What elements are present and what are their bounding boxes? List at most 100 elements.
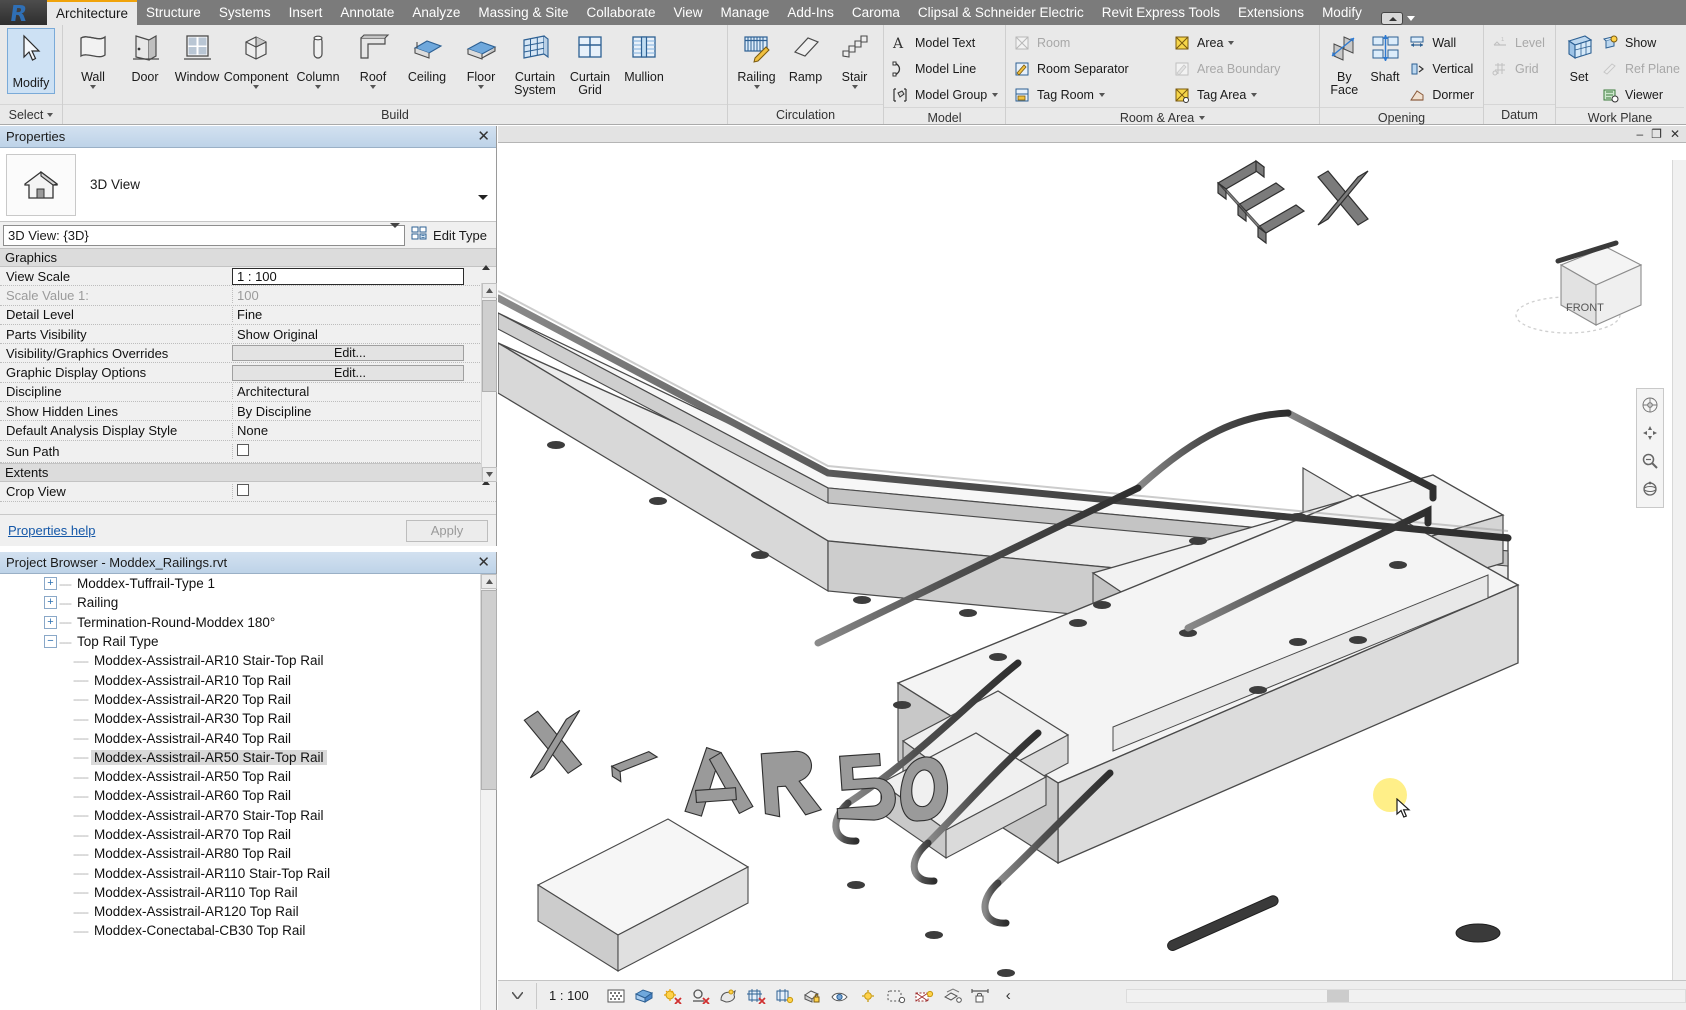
view-scale-status[interactable]: 1 : 100 [545, 988, 599, 1003]
collapse-icon[interactable]: − [44, 635, 57, 649]
properties-help-link[interactable]: Properties help [8, 523, 95, 538]
area-button[interactable]: Area [1170, 30, 1312, 55]
crop-view-icon[interactable] [746, 986, 767, 1005]
property-row-show-hidden-lines[interactable]: Show Hidden Lines By Discipline [0, 402, 496, 422]
sun-path-icon[interactable] [662, 986, 683, 1005]
tab-clipsal-schneider-electric[interactable]: Clipsal & Schneider Electric [909, 0, 1093, 25]
properties-group-graphics[interactable]: Graphics [0, 248, 496, 270]
tree-item-ar70-stair-top-rail[interactable]: ----- Moddex-Assistrail-AR70 Stair-Top R… [0, 806, 479, 825]
ref-plane-button[interactable]: Ref Plane [1598, 56, 1685, 81]
opening-vertical-button[interactable]: Vertical [1405, 56, 1479, 81]
property-row-parts-visibility[interactable]: Parts Visibility Show Original [0, 325, 496, 345]
tab-add-ins[interactable]: Add-Ins [778, 0, 843, 25]
ceiling-button[interactable]: Ceiling [399, 28, 455, 102]
modify-button[interactable]: Modify [7, 28, 55, 94]
visual-style-icon[interactable] [634, 986, 655, 1005]
show-analytical-model-icon[interactable] [914, 986, 935, 1005]
application-menu-button[interactable]: R [0, 0, 47, 27]
properties-group-extents[interactable]: Extents [0, 462, 496, 485]
detail-level-value[interactable]: Fine [232, 307, 496, 323]
tree-item-ar50-top-rail[interactable]: ----- Moddex-Assistrail-AR50 Top Rail [0, 767, 479, 786]
chevron-down-icon[interactable] [1228, 40, 1235, 45]
by-face-button[interactable]: By Face [1324, 28, 1365, 102]
default-analysis-display-style-value[interactable]: None [232, 423, 496, 439]
parts-visibility-value[interactable]: Show Original [232, 326, 496, 342]
property-row-graphic-display-options[interactable]: Graphic Display Options Edit... [0, 363, 496, 383]
tree-item-ar80-top-rail[interactable]: ----- Moddex-Assistrail-AR80 Top Rail [0, 844, 479, 863]
graphic-display-options-edit-button[interactable]: Edit... [232, 364, 464, 381]
stair-button[interactable]: Stair [830, 28, 879, 102]
pan-icon[interactable] [1638, 420, 1662, 446]
tree-item-ar110-stair-top-rail[interactable]: ----- Moddex-Assistrail-AR110 Stair-Top … [0, 863, 479, 882]
property-row-sun-path[interactable]: Sun Path [0, 441, 496, 463]
render-icon[interactable] [718, 986, 739, 1005]
tab-insert[interactable]: Insert [280, 0, 332, 25]
tree-item-top-rail-type[interactable]: − ---- Top Rail Type [0, 632, 479, 651]
tree-item-ar20-top-rail[interactable]: ----- Moddex-Assistrail-AR20 Top Rail [0, 690, 479, 709]
project-browser-tree[interactable]: + ---- Moddex-Tuffrail-Type 1 + ---- Rai… [0, 574, 479, 1010]
properties-scrollbar[interactable] [481, 283, 497, 482]
scroll-up-button[interactable] [481, 574, 497, 589]
chevron-up-icon[interactable] [482, 250, 490, 270]
tree-item-ar10-top-rail[interactable]: ----- Moddex-Assistrail-AR10 Top Rail [0, 670, 479, 689]
tab-manage[interactable]: Manage [712, 0, 779, 25]
scrollbar-thumb[interactable] [1327, 989, 1349, 1002]
panel-room-area-title[interactable]: Room & Area [1006, 107, 1319, 127]
tree-item-ar60-top-rail[interactable]: ----- Moddex-Assistrail-AR60 Top Rail [0, 786, 479, 805]
lock-3d-view-icon[interactable] [802, 986, 823, 1005]
steering-wheel-icon[interactable] [1638, 392, 1662, 418]
grid-button[interactable]: Grid [1488, 56, 1550, 81]
tree-item-ar120-top-rail[interactable]: ----- Moddex-Assistrail-AR120 Top Rail [0, 902, 479, 921]
mullion-button[interactable]: Mullion [617, 28, 671, 102]
detail-level-icon[interactable] [606, 986, 627, 1005]
property-row-visibility-graphics-overrides[interactable]: Visibility/Graphics Overrides Edit... [0, 344, 496, 364]
close-icon[interactable]: ✕ [477, 129, 490, 144]
workplane-viewer-button[interactable]: Viewer [1598, 82, 1685, 107]
view-cube[interactable]: FRONT [1506, 203, 1656, 353]
tag-room-button[interactable]: Tag Room [1010, 82, 1170, 107]
property-row-crop-view[interactable]: Crop View [0, 482, 496, 502]
scroll-up-button[interactable] [482, 283, 497, 298]
property-row-discipline[interactable]: Discipline Architectural [0, 383, 496, 403]
tree-item-cb30-top-rail[interactable]: ----- Moddex-Conectabal-CB30 Top Rail [0, 921, 479, 940]
door-button[interactable]: Door [119, 28, 171, 102]
property-row-default-analysis-display-style[interactable]: Default Analysis Display Style None [0, 421, 496, 441]
chevron-down-icon[interactable] [1251, 92, 1258, 97]
view-scale-value[interactable]: 1 : 100 [232, 267, 464, 285]
tree-item-ar70-top-rail[interactable]: ----- Moddex-Assistrail-AR70 Top Rail [0, 825, 479, 844]
scrollbar-thumb[interactable] [481, 590, 497, 790]
chevron-down-icon[interactable] [370, 85, 376, 89]
view-control-collapse-button[interactable]: ‹ [998, 986, 1019, 1005]
close-view-button[interactable]: ✕ [1670, 127, 1680, 141]
tab-systems[interactable]: Systems [210, 0, 280, 25]
tree-item-railing[interactable]: + ---- Railing [0, 593, 479, 612]
column-button[interactable]: Column [289, 28, 347, 102]
model-text-button[interactable]: A Model Text [888, 30, 1003, 55]
railing-button[interactable]: Railing [732, 28, 781, 102]
temporary-hide-isolate-icon[interactable] [830, 986, 851, 1005]
chevron-down-icon[interactable] [753, 85, 760, 89]
sun-path-checkbox[interactable] [237, 443, 249, 456]
reveal-hidden-elements-icon[interactable] [858, 986, 879, 1005]
tab-collaborate[interactable]: Collaborate [577, 0, 664, 25]
tree-item-ar110-top-rail[interactable]: ----- Moddex-Assistrail-AR110 Top Rail [0, 883, 479, 902]
tag-area-button[interactable]: Tag Area [1170, 82, 1312, 107]
crop-view-checkbox[interactable] [237, 483, 249, 496]
scrollbar-thumb[interactable] [482, 300, 497, 392]
apply-button[interactable]: Apply [406, 519, 488, 542]
panel-select-title[interactable]: Select [0, 104, 62, 124]
tab-revit-express-tools[interactable]: Revit Express Tools [1093, 0, 1229, 25]
opening-wall-button[interactable]: Wall [1405, 30, 1479, 55]
tab-massing-site[interactable]: Massing & Site [469, 0, 577, 25]
shadows-off-icon[interactable] [690, 986, 711, 1005]
set-workplane-button[interactable]: Set [1560, 28, 1598, 102]
chevron-down-icon[interactable] [1199, 115, 1206, 120]
visibility-graphics-edit-button[interactable]: Edit... [232, 345, 464, 362]
chevron-down-icon[interactable] [90, 85, 96, 89]
tree-item-ar30-top-rail[interactable]: ----- Moddex-Assistrail-AR30 Top Rail [0, 709, 479, 728]
property-row-view-scale[interactable]: View Scale 1 : 100 [0, 267, 496, 287]
tree-item-ar50-stair-top-rail[interactable]: ----- Moddex-Assistrail-AR50 Stair-Top R… [0, 748, 479, 767]
tab-extensions[interactable]: Extensions [1229, 0, 1313, 25]
ramp-button[interactable]: Ramp [781, 28, 830, 102]
tree-item-moddex-tuffrail-type-1[interactable]: + ---- Moddex-Tuffrail-Type 1 [0, 574, 479, 593]
